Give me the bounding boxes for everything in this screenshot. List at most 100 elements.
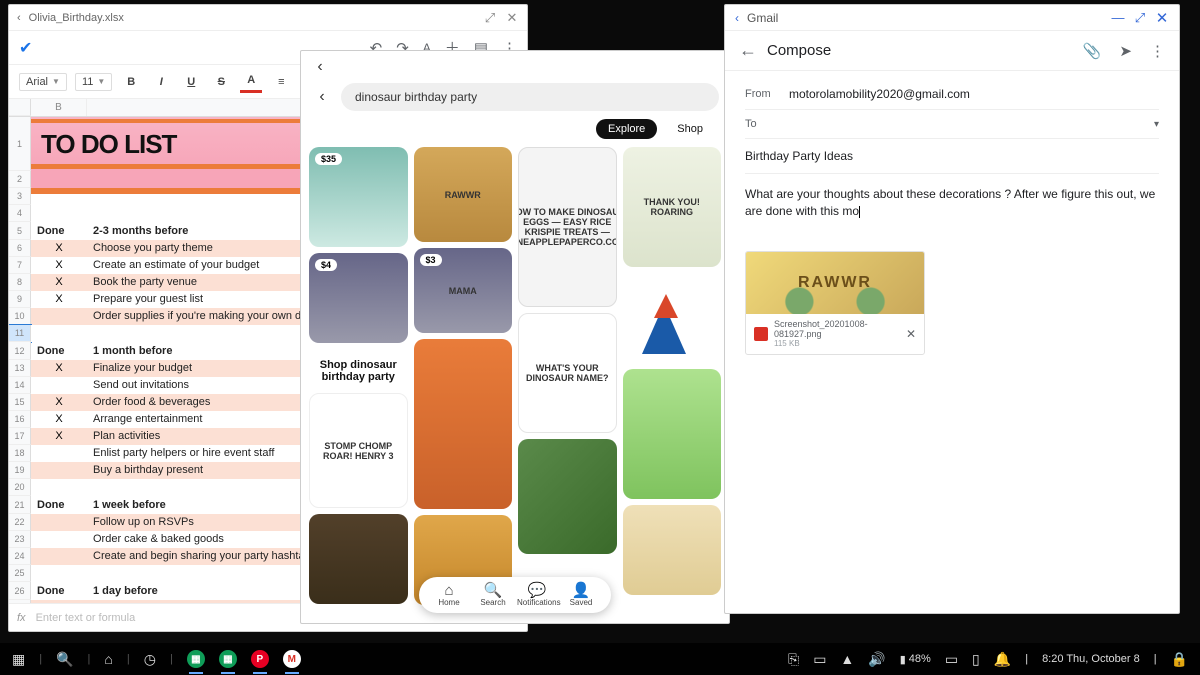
italic-button[interactable]: I — [150, 71, 172, 93]
from-row[interactable]: From motorolamobility2020@gmail.com — [745, 79, 1159, 110]
row-header[interactable]: 23 — [9, 531, 31, 548]
shop-card[interactable]: Shop dinosaur birthday party — [309, 349, 408, 393]
text-color-button[interactable]: A — [240, 71, 262, 93]
send-icon[interactable]: ➤ — [1119, 42, 1132, 60]
row-header[interactable]: 24 — [9, 548, 31, 565]
attachment-card[interactable]: RAWWR Screenshot_20201008-081927.png 115… — [745, 251, 925, 356]
do-not-disturb-icon[interactable]: ▭ — [945, 651, 958, 668]
more-vert-icon[interactable]: ⋮ — [1150, 42, 1165, 60]
phone-icon[interactable]: ▯ — [972, 651, 980, 668]
pin-card[interactable] — [623, 505, 722, 595]
maximize-icon[interactable]: ⤢ — [483, 11, 497, 25]
bold-button[interactable]: B — [120, 71, 142, 93]
taskbar-sheets-2-icon[interactable]: ▦ — [219, 650, 237, 668]
pin-card[interactable]: STOMP CHOMP ROAR! HENRY 3 — [309, 393, 408, 508]
task-mark[interactable]: X — [31, 428, 87, 445]
maximize-icon[interactable]: ⤢ — [1133, 11, 1147, 25]
volume-icon[interactable]: 🔊 — [868, 651, 885, 668]
row-header[interactable]: 19 — [9, 462, 31, 479]
align-button[interactable]: ≡ — [270, 71, 292, 93]
pinterest-back-icon-2[interactable]: ‹ — [311, 88, 333, 106]
to-row[interactable]: To ▾ — [745, 110, 1159, 139]
pinterest-back-icon[interactable]: ‹ — [309, 58, 331, 76]
pinterest-search-input[interactable] — [341, 83, 719, 111]
clock[interactable]: 8:20 Thu, October 8 — [1042, 653, 1140, 665]
nav-notifications[interactable]: 💬Notifications — [517, 583, 557, 607]
row-header[interactable]: 18 — [9, 445, 31, 462]
row-header[interactable]: 14 — [9, 377, 31, 394]
close-icon[interactable]: ✕ — [505, 11, 519, 25]
tab-shop[interactable]: Shop — [665, 119, 715, 139]
subject-field[interactable]: Birthday Party Ideas — [745, 139, 1159, 174]
task-mark[interactable] — [31, 445, 87, 462]
remove-attachment-icon[interactable]: ✕ — [906, 327, 916, 341]
tab-explore[interactable]: Explore — [596, 119, 657, 139]
row-header[interactable]: 22 — [9, 514, 31, 531]
font-dropdown[interactable]: Arial▼ — [19, 73, 67, 91]
pin-card[interactable]: THANK YOU! ROARING — [623, 147, 722, 267]
row-header[interactable]: 21 — [9, 496, 31, 514]
battery-status[interactable]: ▮48% — [900, 653, 931, 666]
nav-saved[interactable]: 👤Saved — [561, 583, 601, 607]
taskbar-gmail-icon[interactable]: M — [283, 650, 301, 668]
pin-card[interactable]: $4 — [309, 253, 408, 343]
taskbar-sheets-1-icon[interactable]: ▦ — [187, 650, 205, 668]
body-field[interactable]: What are your thoughts about these decor… — [745, 174, 1159, 233]
wifi-icon[interactable]: ▲ — [840, 651, 854, 667]
task-mark[interactable]: X — [31, 257, 87, 274]
pin-card[interactable]: $35 — [309, 147, 408, 247]
chevron-down-icon[interactable]: ▾ — [1154, 119, 1159, 130]
task-mark[interactable] — [31, 531, 87, 548]
pin-card[interactable] — [309, 514, 408, 604]
task-mark[interactable] — [31, 377, 87, 394]
minimize-icon[interactable]: — — [1111, 11, 1125, 25]
accept-check-icon[interactable]: ✔ — [19, 38, 32, 58]
task-mark[interactable]: X — [31, 291, 87, 308]
row-header[interactable]: 9 — [9, 291, 31, 308]
pin-card[interactable]: HOW TO MAKE DINOSAUR EGGS — EASY RICE KR… — [518, 147, 617, 307]
compose-back-icon[interactable]: ← — [739, 40, 767, 61]
task-mark[interactable] — [31, 308, 87, 325]
back-chevron-icon[interactable]: ‹ — [17, 12, 21, 24]
cast-icon[interactable]: ▭ — [813, 651, 826, 668]
recents-icon[interactable]: ◷ — [144, 651, 156, 668]
row-header[interactable]: 12 — [9, 342, 31, 360]
font-size-dropdown[interactable]: 11▼ — [75, 73, 112, 91]
search-icon[interactable]: 🔍 — [56, 651, 73, 668]
task-mark[interactable]: X — [31, 394, 87, 411]
task-mark[interactable] — [31, 548, 87, 565]
screenshot-icon[interactable]: ⎘ — [788, 651, 799, 668]
row-header[interactable]: 17 — [9, 428, 31, 445]
row-header[interactable]: 16 — [9, 411, 31, 428]
row-header[interactable]: 13 — [9, 360, 31, 377]
nav-search[interactable]: 🔍Search — [473, 583, 513, 607]
task-mark[interactable] — [31, 462, 87, 479]
pin-card[interactable] — [518, 439, 617, 554]
pin-card[interactable]: WHAT'S YOUR DINOSAUR NAME? — [518, 313, 617, 433]
pin-card[interactable] — [414, 339, 513, 509]
pin-card[interactable] — [623, 273, 722, 363]
row-header[interactable]: 6 — [9, 240, 31, 257]
row-header[interactable]: 5 — [9, 222, 31, 240]
task-mark[interactable]: X — [31, 240, 87, 257]
pin-card[interactable]: RAWWR — [414, 147, 513, 242]
lock-icon[interactable]: 🔒 — [1171, 651, 1188, 668]
col-b-header[interactable]: B — [31, 99, 87, 116]
bell-icon[interactable]: 🔔 — [994, 651, 1011, 668]
home-icon[interactable]: ⌂ — [104, 651, 112, 667]
row-header[interactable]: 2 — [9, 171, 31, 188]
task-mark[interactable]: X — [31, 274, 87, 291]
apps-grid-icon[interactable]: ▦ — [12, 651, 25, 668]
close-icon[interactable]: ✕ — [1155, 11, 1169, 25]
row-header[interactable]: 11 — [9, 325, 31, 342]
row-header[interactable]: 15 — [9, 394, 31, 411]
row-header[interactable]: 1 — [9, 117, 31, 171]
task-mark[interactable]: X — [31, 411, 87, 428]
formula-input[interactable]: Enter text or formula — [36, 612, 136, 624]
row-header[interactable]: 25 — [9, 565, 31, 582]
task-mark[interactable]: X — [31, 360, 87, 377]
row-header[interactable]: 4 — [9, 205, 31, 222]
row-header[interactable]: 8 — [9, 274, 31, 291]
strikethrough-button[interactable]: S — [210, 71, 232, 93]
row-header[interactable]: 10 — [9, 308, 31, 325]
